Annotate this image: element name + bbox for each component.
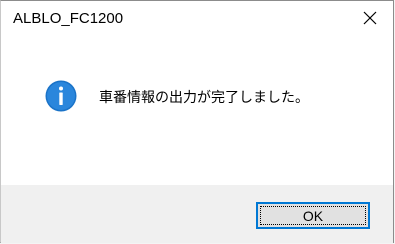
close-button[interactable] (347, 1, 393, 34)
dialog-message: 車番情報の出力が完了しました。 (99, 90, 309, 106)
close-icon (363, 11, 377, 24)
info-icon (45, 80, 77, 112)
window-title: ALBLO_FC1200 (13, 10, 124, 27)
ok-button-label: OK (302, 207, 324, 224)
message-dialog: ALBLO_FC1200 車番情報の出力が完了しました。 OK (0, 0, 394, 243)
ok-button[interactable]: OK (256, 202, 370, 229)
title-bar[interactable]: ALBLO_FC1200 (1, 1, 393, 35)
